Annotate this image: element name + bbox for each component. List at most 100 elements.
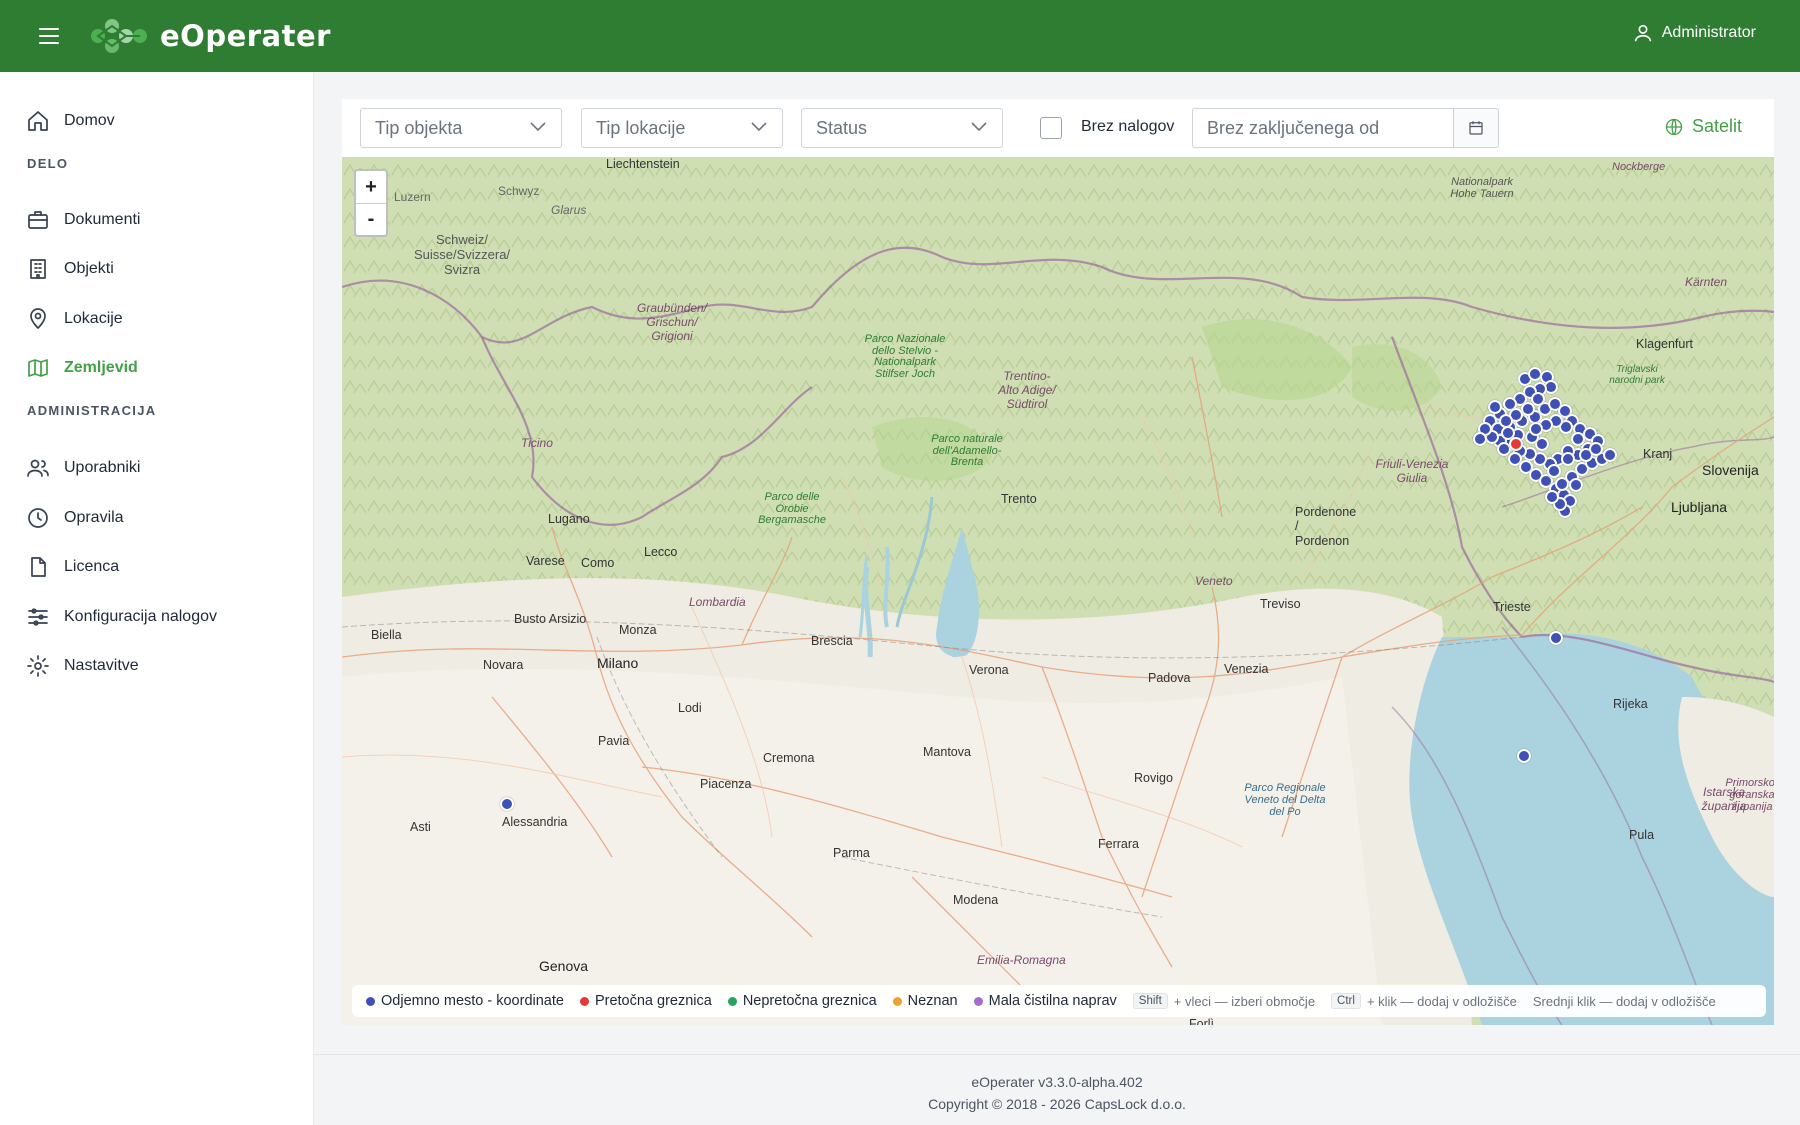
middle-click-hint: Srednji klik — dodaj v odložišče — [1532, 993, 1716, 1009]
zoom-in-button[interactable]: + — [356, 171, 386, 203]
map-label: Trieste — [1493, 600, 1531, 614]
map-marker[interactable] — [1589, 442, 1603, 456]
map-label: Kärnten — [1685, 275, 1728, 289]
home-icon — [28, 111, 48, 131]
select-value: Tip objekta — [375, 117, 463, 138]
map-marker[interactable] — [1547, 464, 1561, 478]
gear-icon — [27, 655, 49, 677]
user-icon — [1634, 24, 1651, 42]
legend-label: Neznan — [907, 993, 958, 1009]
legend-dot-icon — [727, 996, 737, 1006]
sidebar-item-label: Konfiguracija nalogov — [64, 608, 217, 625]
map-label: Primorsko-goranska županija — [1725, 777, 1774, 813]
map-label: Kranj — [1643, 447, 1673, 461]
section-label-admin: ADMINISTRACIJA — [27, 403, 157, 418]
map-label: Cremona — [763, 751, 815, 765]
shift-hint: Shift + vleci — izberi območje — [1132, 993, 1316, 1009]
user-menu[interactable]: Administrator — [1632, 22, 1756, 44]
legend-item: Odjemno mesto - koordinate — [366, 993, 564, 1009]
map-marker[interactable] — [1545, 490, 1559, 504]
sidebar-item-label: Zemljevid — [64, 359, 138, 376]
map-label: Piacenza — [700, 777, 752, 791]
map-label: Ljubljana — [1671, 499, 1728, 515]
map-label: Ticino — [521, 436, 553, 450]
sidebar-item-order-config[interactable]: Konfiguracija nalogov — [26, 602, 217, 632]
sidebar-item-home[interactable]: Domov — [26, 106, 115, 136]
status-select[interactable]: Status — [801, 108, 1003, 148]
legend-label: Odjemno mesto - koordinate — [381, 993, 564, 1009]
map-label: Parco naturale dell'Adamello- Brenta — [931, 433, 1003, 469]
object-type-select[interactable]: Tip objekta — [360, 108, 562, 148]
map-label: Parco Regionale Veneto del Delta del Po — [1244, 782, 1326, 819]
map-marker[interactable] — [1521, 402, 1535, 416]
sidebar-item-documents[interactable]: Dokumenti — [26, 205, 140, 235]
map-marker[interactable] — [1473, 432, 1487, 446]
map-label: Liechtenstein — [606, 157, 680, 171]
logo-icon — [91, 19, 147, 53]
closed-since-date-input[interactable] — [1192, 108, 1454, 148]
map-label: Mantova — [923, 745, 971, 759]
map-label: Genova — [539, 958, 589, 974]
map-label: Graubünden/ Grischun/ Grigioni — [637, 301, 708, 343]
user-name: Administrator — [1661, 24, 1756, 41]
footer: eOperater v3.3.0-alpha.402 Copyright © 2… — [314, 1054, 1800, 1125]
map-marker[interactable] — [1603, 448, 1617, 462]
no-orders-checkbox[interactable] — [1040, 117, 1062, 139]
map-label: Busto Arsizio — [514, 612, 587, 626]
legend-dot-icon — [973, 996, 983, 1006]
sidebar-item-locations[interactable]: Lokacije — [26, 304, 123, 334]
map-marker[interactable] — [1569, 478, 1583, 492]
map-label: Forlì — [1189, 1017, 1214, 1025]
map-label: Asti — [410, 820, 431, 834]
map-label: Friuli-Venezia Giulia — [1375, 457, 1449, 485]
map-marker[interactable] — [1549, 631, 1563, 645]
satellite-toggle[interactable]: Satelit — [1664, 116, 1742, 137]
clock-icon — [28, 508, 48, 528]
legend-item: Pretočna greznica — [579, 993, 712, 1009]
map-label: Pavia — [598, 734, 630, 748]
sidebar-item-license[interactable]: Licenca — [26, 552, 119, 582]
map-marker[interactable] — [1529, 422, 1543, 436]
legend-label: Mala čistilna naprav — [988, 993, 1117, 1009]
shift-hint-text: + vleci — izberi območje — [1173, 993, 1316, 1009]
sidebar-item-objects[interactable]: Objekti — [26, 254, 114, 284]
legend-label: Pretočna greznica — [594, 993, 712, 1009]
sidebar-item-users[interactable]: Uporabniki — [26, 453, 140, 483]
zoom-out-button[interactable]: - — [356, 203, 386, 235]
map-marker[interactable] — [500, 797, 514, 811]
map-label: Pula — [1629, 828, 1655, 842]
map-marker[interactable] — [1561, 452, 1575, 466]
map-label: Brescia — [811, 634, 853, 648]
map-label: Modena — [953, 893, 999, 907]
brand-name: eOperater — [160, 19, 331, 53]
map-label: Verona — [969, 663, 1009, 677]
map-label: Treviso — [1260, 597, 1301, 611]
map-marker[interactable] — [1517, 749, 1531, 763]
map-marker[interactable] — [1571, 432, 1585, 446]
sidebar-item-label: Domov — [64, 112, 115, 129]
legend-item: Mala čistilna naprav — [973, 993, 1117, 1009]
shift-key: Shift — [1132, 993, 1168, 1009]
menu-toggle-button[interactable] — [36, 24, 62, 48]
map-label: Como — [581, 556, 615, 570]
map-canvas[interactable]: Liechtenstein Schweiz/ Suisse/Svizzera/ … — [342, 157, 1774, 1025]
location-type-select[interactable]: Tip lokacije — [581, 108, 783, 148]
map-panel: Tip objekta Tip lokacije Status Brez nal… — [342, 99, 1774, 1025]
select-value: Tip lokacije — [596, 117, 686, 138]
map-marker[interactable] — [1509, 437, 1523, 451]
top-bar: eOperater Administrator — [0, 0, 1800, 72]
map-marker[interactable] — [1488, 400, 1502, 414]
date-picker-button[interactable] — [1453, 108, 1499, 148]
legend-label: Nepretočna greznica — [742, 993, 877, 1009]
globe-icon — [1665, 118, 1683, 135]
map-pin-icon — [30, 308, 46, 329]
legend-dot-icon — [366, 996, 375, 1006]
sidebar-item-tasks[interactable]: Opravila — [26, 503, 124, 533]
app-logo[interactable]: eOperater — [88, 14, 331, 58]
map-label: Nationalpark Hohe Tauern — [1450, 176, 1514, 200]
map-label: Venezia — [1224, 662, 1269, 676]
map-icon — [28, 359, 48, 377]
sidebar-item-settings[interactable]: Nastavitve — [26, 651, 139, 681]
calendar-icon — [1469, 121, 1483, 135]
sidebar-item-map[interactable]: Zemljevid — [26, 353, 138, 383]
